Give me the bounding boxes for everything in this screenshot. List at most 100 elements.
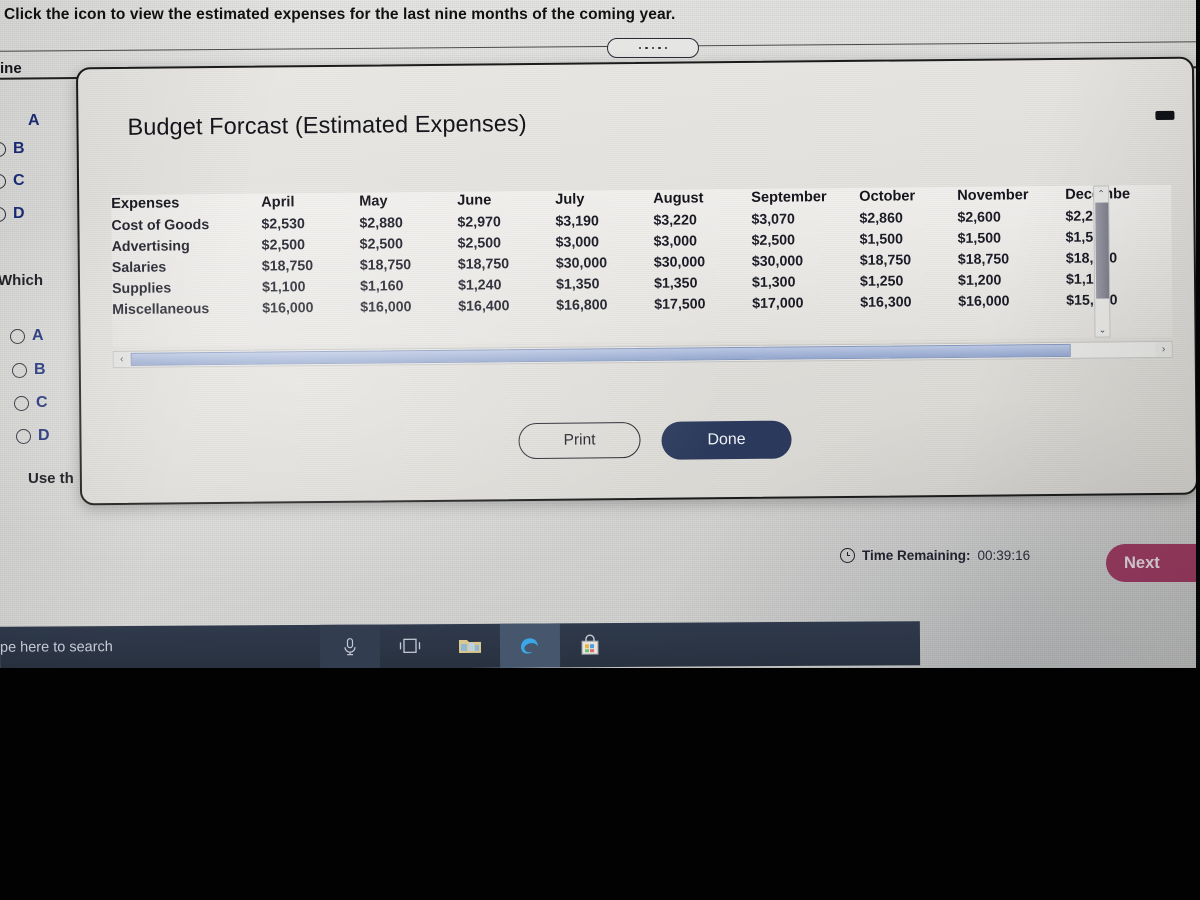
table-cell: $17,500 <box>654 296 706 313</box>
table-cell: $2,500 <box>359 236 404 253</box>
text-fragment-use: Use th <box>28 470 74 487</box>
table-cell: $3,000 <box>555 234 600 251</box>
radio-icon[interactable] <box>0 173 6 189</box>
radio-icon[interactable] <box>0 206 6 222</box>
scroll-up-icon[interactable]: ⌃ <box>1097 187 1105 201</box>
table-cell: $1,100 <box>1065 271 1110 288</box>
table-cell: $30,000 <box>653 254 706 271</box>
table-cell: $18,750 <box>359 257 412 274</box>
column-header-expenses: Expenses <box>111 195 180 213</box>
table-cell: $1,240 <box>457 277 502 294</box>
task-view-icon[interactable] <box>396 632 424 660</box>
dialog-title: Budget Forcast (Estimated Expenses) <box>127 110 527 140</box>
option-group1-d[interactable]: D <box>0 205 25 223</box>
table-cell: $30,000 <box>751 253 804 270</box>
done-button[interactable]: Done <box>661 420 792 460</box>
scroll-right-icon[interactable]: › <box>1155 341 1172 358</box>
bezel-bottom <box>0 668 1200 900</box>
taskbar-cell-taskview[interactable] <box>380 624 440 668</box>
table-vertical-scrollbar[interactable]: ⌃ ⌄ <box>1093 185 1111 338</box>
table-cell: $2,500 <box>261 237 306 254</box>
option-group2-a[interactable]: A <box>10 327 44 345</box>
table-cell: $2,860 <box>859 210 903 227</box>
dot-2 <box>645 46 648 50</box>
windows-taskbar: pe here to search <box>0 621 921 671</box>
taskbar-cell-store[interactable] <box>560 623 620 667</box>
clock-icon <box>840 548 855 563</box>
row-label: Supplies <box>111 280 172 298</box>
microsoft-store-icon[interactable] <box>576 631 604 659</box>
ellipsis-icon-button[interactable] <box>607 38 699 58</box>
option-label: A <box>28 112 40 129</box>
radio-icon[interactable] <box>0 141 6 157</box>
bezel-right <box>1196 0 1200 672</box>
column-header-april: April <box>261 194 295 211</box>
option-label: A <box>32 327 44 344</box>
table-cell: $3,190 <box>555 213 599 230</box>
option-group2-b[interactable]: B <box>12 361 46 379</box>
option-label: C <box>13 172 25 189</box>
column-header-september: September <box>751 189 827 206</box>
table-cell: $15,200 <box>1066 292 1118 309</box>
table-cell: $3,220 <box>653 212 697 229</box>
option-group1-c[interactable]: C <box>0 172 25 190</box>
microphone-icon[interactable] <box>336 633 364 661</box>
next-button[interactable]: Next <box>1106 544 1200 582</box>
taskbar-cell-explorer[interactable] <box>440 624 500 668</box>
table-cell: $1,300 <box>751 274 796 291</box>
option-label: D <box>38 427 50 444</box>
dot-5 <box>664 46 668 50</box>
option-group2-d[interactable]: D <box>16 427 50 445</box>
table-cell: $3,000 <box>653 233 698 250</box>
table-cell: $2,270 <box>1065 208 1109 225</box>
table-cell: $2,970 <box>457 214 501 231</box>
table-cell: $1,350 <box>555 276 600 293</box>
scroll-down-icon[interactable]: ⌄ <box>1099 322 1107 336</box>
table-cell: $1,200 <box>957 272 1002 289</box>
horizontal-scroll-thumb[interactable] <box>130 343 1071 366</box>
search-input[interactable]: pe here to search <box>0 639 113 656</box>
minimize-icon[interactable] <box>1155 110 1175 121</box>
scroll-left-icon[interactable]: ‹ <box>113 351 130 368</box>
column-header-november: November <box>957 187 1029 204</box>
file-explorer-icon[interactable] <box>456 632 484 660</box>
table-cell: $1,500 <box>859 231 904 248</box>
table-cell: $1,250 <box>859 273 904 290</box>
radio-icon[interactable] <box>16 428 31 444</box>
dot-4 <box>658 46 661 50</box>
edge-browser-icon[interactable] <box>516 631 544 659</box>
table-cell: $18,750 <box>1065 250 1118 267</box>
row-label: Salaries <box>111 259 167 277</box>
table-cell: $18,750 <box>261 258 314 275</box>
option-group1-a[interactable]: A <box>6 112 40 130</box>
column-header-june: June <box>457 192 492 209</box>
radio-icon[interactable] <box>14 395 29 411</box>
row-label: Advertising <box>111 238 190 256</box>
vertical-scroll-thumb[interactable] <box>1094 202 1109 299</box>
column-header-august: August <box>653 190 704 207</box>
expenses-table: Expenses April May June July August Sept… <box>111 185 1164 321</box>
budget-forecast-dialog: Budget Forcast (Estimated Expenses) Expe… <box>75 56 1199 506</box>
time-remaining: Time Remaining: 00:39:16 <box>840 548 1030 563</box>
taskbar-cell-mic[interactable] <box>319 624 381 669</box>
column-header-july: July <box>555 191 585 208</box>
column-header-october: October <box>859 188 916 205</box>
radio-icon[interactable] <box>12 362 27 378</box>
table-cell: $16,300 <box>860 294 912 311</box>
taskbar-cell-edge[interactable] <box>499 623 561 668</box>
option-group1-b[interactable]: B <box>0 140 25 158</box>
table-cell: $16,400 <box>458 298 510 315</box>
table-cell: $1,350 <box>653 275 698 292</box>
column-header-may: May <box>359 193 388 210</box>
table-cell: $2,500 <box>751 232 796 249</box>
radio-icon[interactable] <box>10 328 25 344</box>
table-cell: $16,000 <box>958 293 1010 310</box>
dot-3 <box>651 46 655 50</box>
expenses-table-viewport: Expenses April May June July August Sept… <box>111 184 1173 348</box>
table-cell: $30,000 <box>555 255 608 272</box>
column-header-december: Decembe <box>1065 185 1163 207</box>
option-group2-c[interactable]: C <box>14 394 48 412</box>
divider-line-top <box>0 41 1200 52</box>
print-button[interactable]: Print <box>518 421 641 460</box>
text-fragment-ine: ine <box>0 60 22 77</box>
